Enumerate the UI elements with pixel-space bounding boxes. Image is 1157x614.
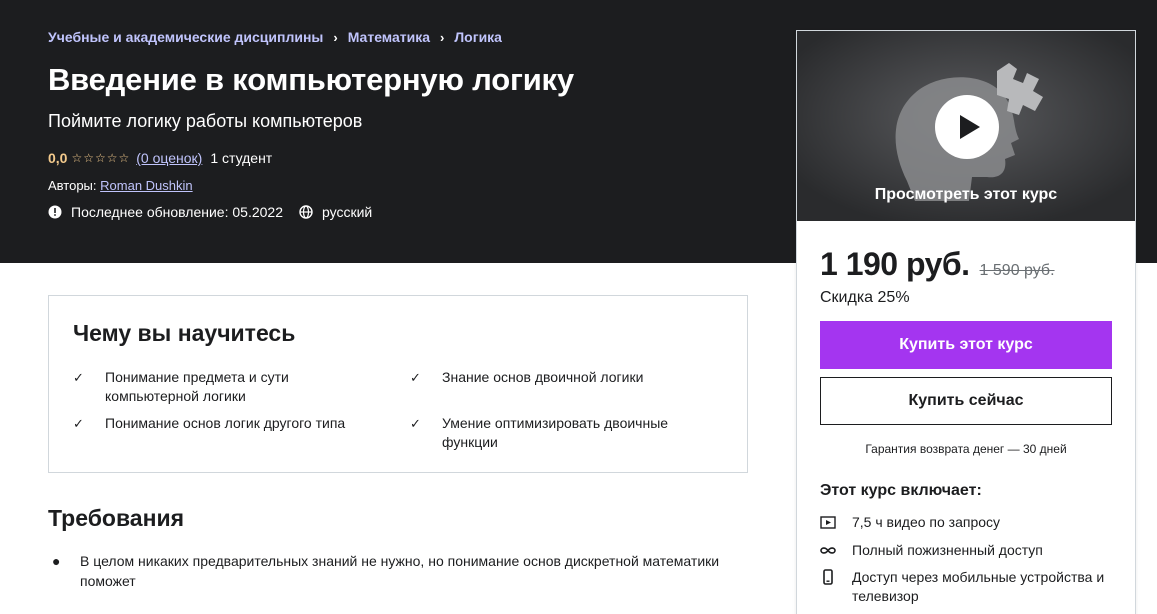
learn-item-text: Умение оптимизировать двоичные функции [442, 415, 669, 450]
last-updated-text: Последнее обновление: 05.2022 [71, 204, 283, 220]
breadcrumb-item-logic[interactable]: Логика [454, 29, 502, 45]
purchase-card: Просмотреть этот курс 1 190 руб. 1 590 р… [796, 30, 1136, 614]
globe-icon [299, 205, 313, 219]
learn-item: ✓ Знание основ двоичной логики [410, 368, 730, 387]
requirements-title: Требования [48, 505, 185, 531]
price-row: 1 190 руб. 1 590 руб. [820, 246, 1055, 283]
rating-count-link[interactable]: (0 оценок) [136, 150, 202, 166]
learn-item-text: Знание основ двоичной логики [442, 369, 644, 385]
breadcrumb: Учебные и академические дисциплины › Мат… [48, 29, 502, 45]
breadcrumb-item-disciplines[interactable]: Учебные и академические дисциплины [48, 29, 323, 45]
authors-row: Авторы: Roman Dushkin [48, 178, 193, 193]
check-icon: ✓ [410, 416, 421, 431]
learn-item-text: Понимание основ логик другого типа [105, 415, 346, 431]
chevron-right-icon: › [333, 29, 338, 45]
buy-course-button[interactable]: Купить этот курс [820, 321, 1112, 369]
includes-item-text: Полный пожизненный доступ [852, 542, 1043, 558]
rating-row: 0,0 ☆☆☆☆☆ (0 оценок) 1 студент [48, 150, 272, 166]
learn-title: Чему вы научитесь [73, 320, 296, 346]
original-price: 1 590 руб. [979, 262, 1055, 279]
learn-item: ✓ Понимание основ логик другого типа [73, 414, 393, 433]
meta-row: Последнее обновление: 05.2022 русский [48, 204, 388, 220]
includes-item: 7,5 ч видео по запросу [820, 513, 1000, 532]
learn-item: ✓ Умение оптимизировать двоичные функции [410, 414, 710, 452]
rating-score: 0,0 [48, 150, 68, 166]
preview-caption: Просмотреть этот курс [874, 186, 1058, 203]
chevron-right-icon: › [440, 29, 445, 45]
includes-title: Этот курс включает: [820, 482, 982, 499]
bullet-icon: ● [52, 553, 61, 569]
includes-item: Полный пожизненный доступ [820, 541, 1043, 560]
check-icon: ✓ [410, 370, 421, 385]
learn-item: ✓ Понимание предмета и сути компьютерной… [73, 368, 373, 406]
language: русский [299, 204, 372, 220]
includes-item: Доступ через мобильные устройства и теле… [820, 568, 1120, 606]
last-updated: Последнее обновление: 05.2022 [48, 204, 283, 220]
author-link[interactable]: Roman Dushkin [100, 178, 193, 193]
includes-item-text: 7,5 ч видео по запросу [852, 514, 1001, 530]
discount-label: Скидка 25% [820, 289, 910, 306]
check-icon: ✓ [73, 416, 84, 431]
star-rating-icon: ☆☆☆☆☆ [71, 151, 131, 165]
current-price: 1 190 руб. [820, 246, 970, 282]
learn-item-text: Понимание предмета и сути компьютерной л… [105, 369, 289, 404]
authors-label: Авторы: [48, 178, 97, 193]
requirement-item: ● В целом никаких предварительных знаний… [48, 551, 758, 591]
alert-badge-icon [48, 205, 62, 219]
what-you-will-learn: Чему вы научитесь ✓ Понимание предмета и… [48, 295, 748, 473]
mobile-icon [823, 569, 833, 585]
buy-now-button[interactable]: Купить сейчас [820, 377, 1112, 425]
page-title: Введение в компьютерную логику [48, 62, 574, 97]
includes-item-text: Доступ через мобильные устройства и теле… [852, 569, 1105, 604]
video-icon [820, 516, 836, 529]
check-icon: ✓ [73, 370, 84, 385]
breadcrumb-item-math[interactable]: Математика [348, 29, 430, 45]
course-preview[interactable]: Просмотреть этот курс [797, 31, 1135, 221]
infinity-icon [820, 547, 836, 554]
language-text: русский [321, 204, 373, 220]
money-back-guarantee: Гарантия возврата денег — 30 дней [865, 442, 1067, 456]
student-count: 1 студент [210, 150, 273, 166]
play-icon[interactable] [935, 95, 999, 159]
course-subtitle: Поймите логику работы компьютеров [48, 111, 363, 131]
requirement-text: В целом никаких предварительных знаний н… [80, 553, 720, 589]
